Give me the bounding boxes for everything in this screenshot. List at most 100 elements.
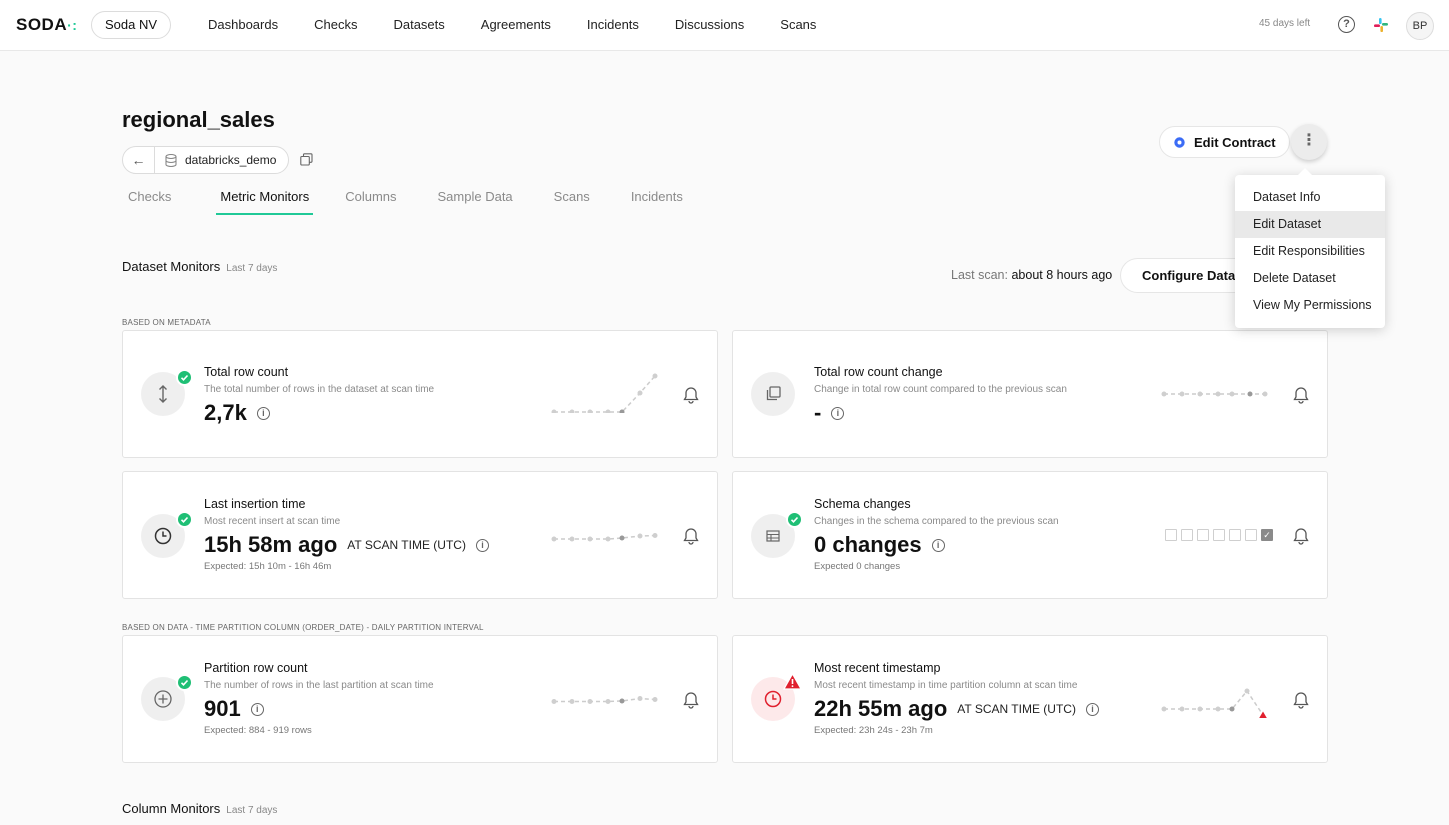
check-badge-icon — [786, 511, 803, 528]
card-title: Partition row count — [204, 661, 308, 675]
info-icon[interactable]: i — [256, 406, 270, 420]
trial-remaining-text: 45 days left — [1259, 18, 1311, 29]
bell-icon[interactable] — [683, 691, 699, 709]
top-nav-bar: SODA·: Soda NV Dashboards Checks Dataset… — [0, 0, 1449, 51]
schema-scan-box — [1245, 529, 1257, 541]
configure-label: Configure Datasets — [1142, 268, 1235, 283]
monitor-card-last-insertion-time[interactable]: Last insertion time Most recent insert a… — [122, 471, 718, 599]
info-icon[interactable]: i — [475, 538, 489, 552]
edit-contract-label: Edit Contract — [1194, 134, 1276, 150]
card-expected: Expected 0 changes — [814, 561, 901, 572]
card-value: 2,7k i — [204, 400, 270, 426]
card-title: Total row count change — [814, 365, 943, 379]
help-icon[interactable]: ? — [1338, 16, 1355, 33]
info-icon[interactable]: i — [250, 702, 264, 716]
card-value: 15h 58m ago AT SCAN TIME (UTC) i — [204, 532, 489, 558]
check-badge-icon — [176, 369, 193, 386]
page-title: regional_sales — [122, 107, 275, 132]
dataset-monitors-title: Dataset Monitors Last 7 days — [122, 259, 278, 274]
nav-checks[interactable]: Checks — [296, 0, 375, 51]
menu-item-dataset-info[interactable]: Dataset Info — [1235, 184, 1385, 211]
sparkline-chart — [1161, 688, 1267, 718]
bell-icon[interactable] — [1293, 691, 1309, 709]
nav-scans[interactable]: Scans — [762, 0, 834, 51]
info-icon[interactable]: i — [831, 406, 845, 420]
sparkline-chart — [1161, 391, 1268, 397]
check-badge-icon — [176, 674, 193, 691]
dataset-tabs: Checks Metric Monitors Columns Sample Da… — [122, 188, 724, 215]
more-options-button[interactable]: ⋮ — [1291, 124, 1327, 160]
bell-icon[interactable] — [683, 386, 699, 404]
org-switcher-button[interactable]: Soda NV — [91, 11, 172, 39]
monitor-card-total-row-count-change[interactable]: Total row count change Change in total r… — [732, 330, 1328, 458]
schema-scan-box — [1197, 529, 1209, 541]
alert-triangle-icon — [783, 673, 802, 690]
soda-logo[interactable]: SODA·: — [16, 15, 77, 35]
nav-incidents[interactable]: Incidents — [569, 0, 657, 51]
group-label-metadata: BASED ON METADATA — [122, 318, 211, 327]
schema-scan-box — [1165, 529, 1177, 541]
breadcrumb: ← databricks_demo — [122, 146, 290, 174]
dataset-monitors-subtitle: Last 7 days — [226, 263, 278, 274]
tab-metric-monitors[interactable]: Metric Monitors — [216, 188, 314, 215]
card-value: 901 i — [204, 696, 264, 722]
database-icon — [165, 153, 177, 167]
monitor-card-schema-changes[interactable]: Schema changes Changes in the schema com… — [732, 471, 1328, 599]
bell-icon[interactable] — [683, 527, 699, 545]
nav-agreements[interactable]: Agreements — [463, 0, 569, 51]
nav-discussions[interactable]: Discussions — [657, 0, 762, 51]
user-avatar[interactable]: BP — [1406, 12, 1434, 40]
bell-icon[interactable] — [1293, 527, 1309, 545]
schema-scan-box — [1181, 529, 1193, 541]
group-label-data: BASED ON DATA - TIME PARTITION COLUMN (O… — [122, 623, 484, 632]
table-icon — [751, 511, 803, 558]
back-button[interactable]: ← — [123, 147, 155, 173]
menu-item-delete-dataset[interactable]: Delete Dataset — [1235, 265, 1385, 292]
edit-contract-button[interactable]: Edit Contract — [1159, 126, 1290, 158]
sparkline-chart — [551, 373, 658, 413]
card-description: Most recent timestamp in time partition … — [814, 680, 1078, 691]
info-icon[interactable]: i — [1085, 702, 1099, 716]
tab-scans[interactable]: Scans — [554, 188, 590, 215]
tab-columns[interactable]: Columns — [345, 188, 396, 215]
card-title: Most recent timestamp — [814, 661, 941, 675]
nav-dashboards[interactable]: Dashboards — [190, 0, 296, 51]
tab-incidents[interactable]: Incidents — [631, 188, 683, 215]
card-expected: Expected: 23h 24s - 23h 7m — [814, 725, 933, 736]
card-expected: Expected: 15h 10m - 16h 46m — [204, 561, 332, 572]
nav-datasets[interactable]: Datasets — [375, 0, 462, 51]
card-expected: Expected: 884 - 919 rows — [204, 725, 312, 736]
tab-sample-data[interactable]: Sample Data — [438, 188, 513, 215]
schema-scan-box — [1213, 529, 1225, 541]
tab-checks[interactable]: Checks — [128, 188, 171, 215]
menu-item-edit-responsibilities[interactable]: Edit Responsibilities — [1235, 238, 1385, 265]
card-description: The number of rows in the last partition… — [204, 680, 434, 691]
gear-icon — [1174, 136, 1185, 148]
main-nav: Dashboards Checks Datasets Agreements In… — [190, 0, 834, 51]
card-description: Most recent insert at scan time — [204, 516, 341, 527]
clock-icon — [751, 673, 802, 721]
column-monitors-subtitle: Last 7 days — [226, 805, 278, 816]
card-description: Changes in the schema compared to the pr… — [814, 516, 1059, 527]
card-value: 0 changes i — [814, 532, 945, 558]
info-icon[interactable]: i — [931, 538, 945, 552]
more-options-menu: Dataset Info Edit Dataset Edit Responsib… — [1235, 168, 1385, 328]
configure-datasets-button[interactable]: Configure Datasets — [1120, 258, 1235, 293]
card-title: Schema changes — [814, 497, 911, 511]
schema-scan-box-current: ✓ — [1261, 529, 1273, 541]
datasource-name: databricks_demo — [185, 153, 277, 167]
slack-icon[interactable] — [1373, 17, 1389, 33]
copy-icon[interactable] — [300, 153, 313, 166]
datasource-chip[interactable]: databricks_demo — [155, 147, 288, 173]
card-value: -i — [814, 400, 845, 426]
bell-icon[interactable] — [1293, 386, 1309, 404]
card-title: Total row count — [204, 365, 289, 379]
monitor-card-most-recent-timestamp[interactable]: Most recent timestamp Most recent timest… — [732, 635, 1328, 763]
menu-item-edit-dataset[interactable]: Edit Dataset — [1235, 211, 1385, 238]
monitor-card-total-row-count[interactable]: Total row count The total number of rows… — [122, 330, 718, 458]
arrows-vertical-icon — [141, 369, 193, 416]
monitor-card-partition-row-count[interactable]: Partition row count The number of rows i… — [122, 635, 718, 763]
menu-item-view-permissions[interactable]: View My Permissions — [1235, 292, 1385, 319]
schema-history: ✓ — [1165, 529, 1273, 541]
card-title: Last insertion time — [204, 497, 306, 511]
